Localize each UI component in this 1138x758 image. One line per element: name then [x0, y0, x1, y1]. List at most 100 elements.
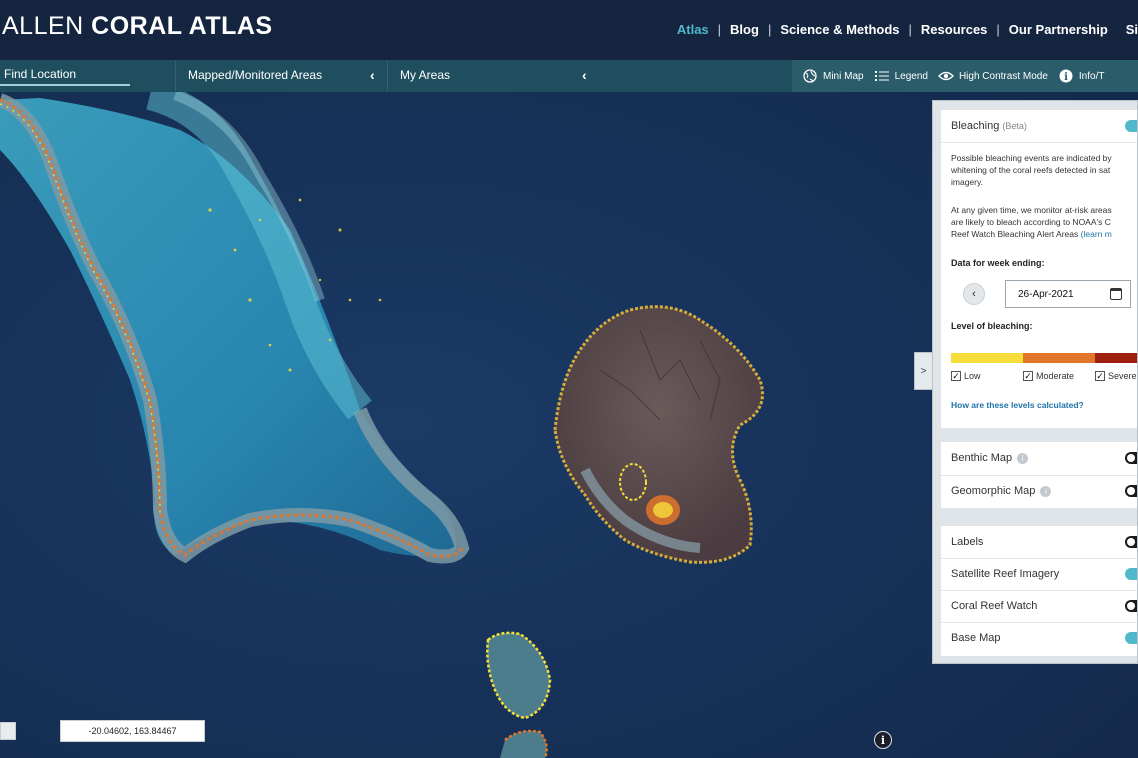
previous-week-button[interactable]: ‹: [963, 283, 985, 305]
panel-collapse-button[interactable]: >: [914, 352, 933, 390]
benthic-map-label: Benthic Map: [951, 452, 1013, 464]
geomorphic-map-label: Geomorphic Map: [951, 485, 1036, 497]
base-map-toggle[interactable]: [1125, 632, 1137, 644]
nav-sign-in[interactable]: Sig: [1126, 22, 1138, 37]
map-tools: Mini Map Legend High Contrast Mode i Inf…: [792, 60, 1138, 92]
bleaching-card: Bleaching (Beta) Possible bleaching even…: [941, 110, 1137, 428]
coral-reef-watch-label: Coral Reef Watch: [951, 600, 1038, 612]
nav-separator: |: [996, 22, 1000, 37]
level-of-bleaching-label: Level of bleaching:: [951, 321, 1033, 331]
desc-line: At any given time, we monitor at-risk ar…: [951, 205, 1112, 215]
eye-icon: [938, 68, 954, 84]
nav-our-partnership[interactable]: Our Partnership: [1009, 22, 1108, 37]
site-header: ALLEN CORAL ATLAS Atlas | Blog | Science…: [0, 0, 1138, 60]
legend-label: Legend: [894, 70, 928, 82]
labels-row: Labels: [951, 526, 1137, 558]
map-toolbar: Find Location Mapped/Monitored Areas ‹ M…: [0, 60, 1138, 92]
bleaching-toggle[interactable]: [1125, 120, 1137, 132]
scale-moderate: [1023, 353, 1095, 363]
bleaching-description: Possible bleaching events are indicated …: [951, 152, 1137, 188]
bleaching-title: Bleaching: [951, 120, 1000, 132]
coral-reef-watch-toggle[interactable]: [1125, 600, 1137, 612]
scale-severe: [1095, 353, 1137, 363]
bleaching-level-checkboxes: ✓ Low ✓ Moderate ✓ Severe: [951, 371, 1137, 385]
calendar-icon[interactable]: [1110, 288, 1122, 300]
help-icon[interactable]: i: [1040, 485, 1052, 497]
bleaching-alert-description: At any given time, we monitor at-risk ar…: [951, 204, 1137, 240]
nav-separator: |: [908, 22, 912, 37]
labels-label: Labels: [951, 536, 984, 548]
bleaching-row: Bleaching (Beta): [951, 110, 1137, 142]
legend-button[interactable]: Legend: [874, 68, 928, 84]
toggle-knob: [1127, 538, 1135, 546]
nav-atlas[interactable]: Atlas: [677, 22, 709, 37]
desc-line-text: Reef Watch Bleaching Alert Areas: [951, 229, 1079, 239]
zoom-control[interactable]: [0, 722, 16, 740]
nav-separator: |: [717, 22, 722, 37]
benthic-map-toggle[interactable]: [1125, 452, 1137, 464]
date-value: 26-Apr-2021: [1018, 288, 1074, 300]
scale-low: [951, 353, 1023, 363]
my-areas-tab[interactable]: My Areas ‹: [387, 60, 599, 92]
svg-text:i: i: [1064, 72, 1068, 83]
toggle-knob: [1127, 487, 1135, 495]
nav-science-methods[interactable]: Science & Methods: [780, 22, 899, 37]
satellite-imagery-toggle[interactable]: [1125, 568, 1137, 580]
my-areas-label: My Areas: [400, 68, 451, 82]
toggle-knob: [1127, 602, 1135, 610]
list-icon: [874, 68, 890, 84]
desc-line: Possible bleaching events are indicated …: [951, 153, 1112, 163]
chevron-left-icon[interactable]: ‹: [582, 67, 587, 83]
info-icon: i: [1058, 68, 1074, 84]
learn-more-link[interactable]: (learn m: [1081, 229, 1112, 239]
checkbox-icon: ✓: [951, 371, 961, 381]
mini-map-button[interactable]: Mini Map: [802, 68, 864, 84]
bleaching-level-scale: [951, 353, 1137, 363]
layers-panel: Bleaching (Beta) Possible bleaching even…: [932, 100, 1138, 664]
labels-toggle[interactable]: [1125, 536, 1137, 548]
date-picker-row: ‹ 26-Apr-2021: [951, 280, 1137, 308]
nav-resources[interactable]: Resources: [921, 22, 987, 37]
satellite-imagery-row: Satellite Reef Imagery: [951, 558, 1137, 590]
divider: [941, 142, 1137, 143]
maps-card: Benthic Map i Geomorphic Map i: [941, 442, 1137, 508]
base-map-label: Base Map: [951, 632, 1001, 644]
nav-blog[interactable]: Blog: [730, 22, 759, 37]
desc-line: are likely to bleach according to NOAA's…: [951, 217, 1111, 227]
find-location-tab[interactable]: Find Location: [0, 60, 175, 92]
find-location-label: Find Location: [4, 67, 77, 81]
levels-calculated-link[interactable]: How are these levels calculated?: [951, 400, 1084, 410]
low-checkbox[interactable]: ✓ Low: [951, 371, 981, 381]
chevron-left-icon[interactable]: ‹: [370, 67, 375, 83]
toggle-knob: [1127, 454, 1135, 462]
mini-map-label: Mini Map: [823, 70, 864, 82]
beta-badge: (Beta): [1002, 121, 1027, 131]
brand-bold: CORAL ATLAS: [91, 12, 273, 40]
geomorphic-map-row: Geomorphic Map i: [951, 475, 1137, 507]
geomorphic-map-toggle[interactable]: [1125, 485, 1137, 497]
base-layers-card: Labels Satellite Reef Imagery Coral Reef…: [941, 526, 1137, 656]
high-contrast-label: High Contrast Mode: [958, 70, 1048, 82]
moderate-checkbox[interactable]: ✓ Moderate: [1023, 371, 1074, 381]
week-date-input[interactable]: 26-Apr-2021: [1005, 280, 1131, 308]
info-tour-button[interactable]: i Info/T: [1058, 68, 1105, 84]
info-tour-label: Info/T: [1078, 70, 1105, 82]
benthic-map-row: Benthic Map i: [951, 442, 1137, 474]
severe-label: Severe: [1108, 371, 1137, 381]
desc-line: imagery.: [951, 177, 983, 187]
brand-light: ALLEN: [2, 12, 84, 40]
checkbox-icon: ✓: [1095, 371, 1105, 381]
checkbox-icon: ✓: [1023, 371, 1033, 381]
severe-checkbox[interactable]: ✓ Severe: [1095, 371, 1137, 381]
brand-logo[interactable]: ALLEN CORAL ATLAS: [2, 12, 273, 41]
map-info-icon[interactable]: i: [874, 731, 892, 749]
chevron-left-icon: ‹: [972, 288, 976, 300]
mapped-areas-tab[interactable]: Mapped/Monitored Areas ‹: [175, 60, 387, 92]
nav-separator: |: [767, 22, 772, 37]
main-nav: Atlas | Blog | Science & Methods | Resou…: [677, 22, 1138, 37]
high-contrast-button[interactable]: High Contrast Mode: [938, 68, 1048, 84]
week-ending-label: Data for week ending:: [951, 258, 1045, 268]
coordinates-display: -20.04602, 163.84467: [60, 720, 205, 742]
globe-icon: [802, 68, 818, 84]
help-icon[interactable]: i: [1017, 452, 1029, 464]
